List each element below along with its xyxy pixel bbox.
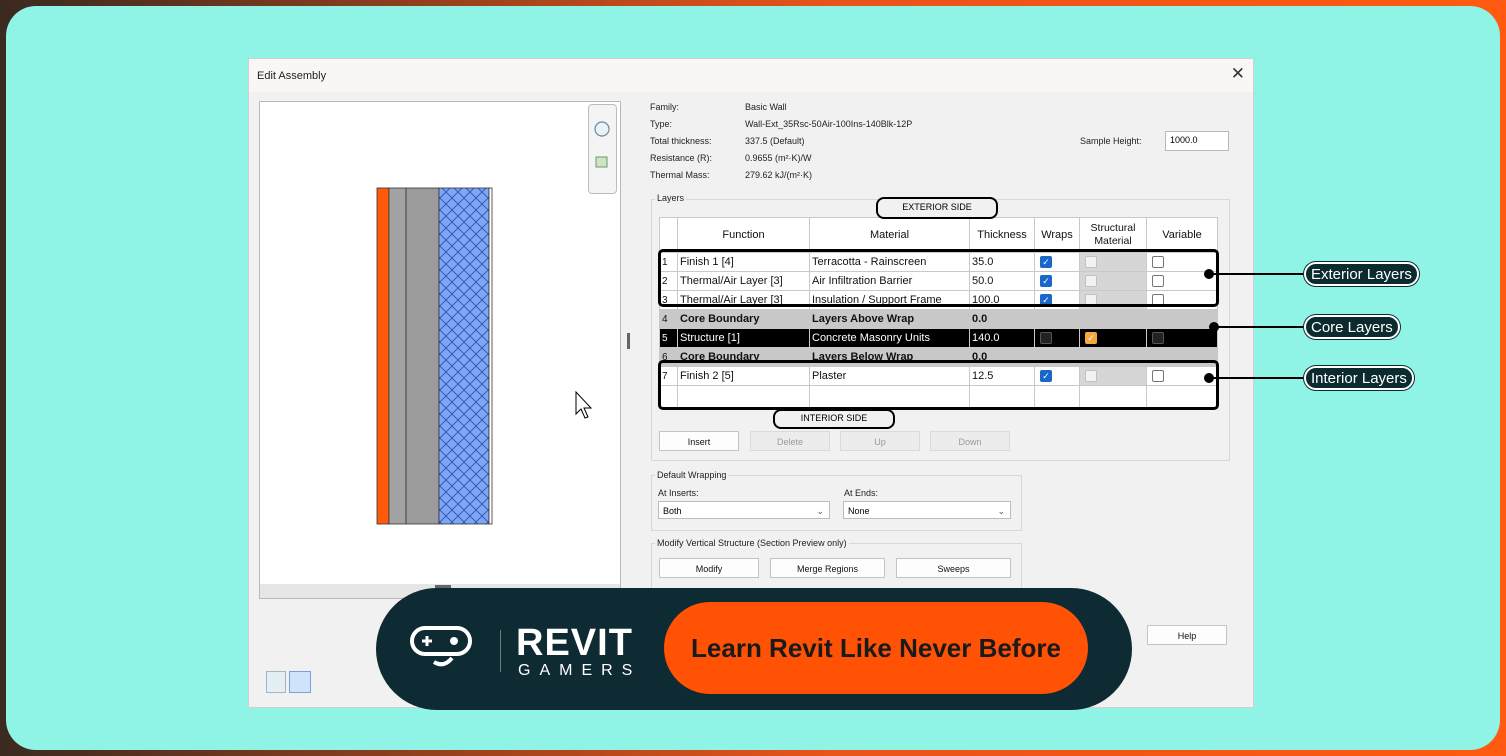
- insert-button[interactable]: Insert: [659, 431, 739, 451]
- chevron-down-icon: ⌄: [997, 506, 1005, 516]
- variable-cell: [1146, 309, 1218, 329]
- thermal-mass-value: 279.62 kJ/(m²·K): [745, 170, 813, 180]
- column-structural-material[interactable]: Structural Material: [1079, 217, 1147, 253]
- promo-banner[interactable]: REVIT GAMERS Learn Revit Like Never Befo…: [376, 588, 1132, 710]
- brand-name: REVIT: [516, 622, 633, 664]
- material-cell[interactable]: Concrete Masonry Units: [809, 328, 970, 348]
- column-thickness[interactable]: Thickness: [969, 217, 1035, 253]
- dialog-title: Edit Assembly: [257, 70, 327, 82]
- at-ends-value: None: [848, 506, 870, 516]
- sweeps-button[interactable]: Sweeps: [896, 558, 1011, 578]
- delete-button[interactable]: Delete: [750, 431, 830, 451]
- plaster-layer: [488, 187, 493, 525]
- at-ends-label: At Ends:: [844, 488, 879, 498]
- column-variable[interactable]: Variable: [1146, 217, 1218, 253]
- brand-subtitle: GAMERS: [518, 662, 642, 679]
- family-value: Basic Wall: [745, 102, 787, 112]
- canvas-background: Edit Assembly ✕ Family: Basic Wall Type:…: [6, 6, 1500, 750]
- wraps-cell[interactable]: [1034, 328, 1080, 348]
- close-icon[interactable]: ✕: [1231, 64, 1245, 84]
- exterior-layers-callout: Exterior Layers: [1304, 262, 1419, 286]
- resistance-value: 0.9655 (m²·K)/W: [745, 153, 812, 163]
- at-inserts-value: Both: [663, 506, 682, 516]
- insulation-layer: [438, 187, 490, 525]
- function-cell[interactable]: Structure [1]: [677, 328, 810, 348]
- interior-side-tag: INTERIOR SIDE: [773, 409, 895, 429]
- sample-height-label: Sample Height:: [1080, 136, 1142, 146]
- chevron-down-icon: ⌄: [816, 506, 824, 516]
- column-wraps[interactable]: Wraps: [1034, 217, 1080, 253]
- exterior-layers-highlight: [658, 249, 1219, 307]
- core-callout-line: [1215, 326, 1306, 328]
- view-3d-icon[interactable]: [289, 671, 311, 693]
- gamepad-icon: [410, 626, 472, 667]
- view-2d-icon[interactable]: [266, 671, 286, 693]
- variable-cell[interactable]: [1146, 328, 1218, 348]
- air-layer: [388, 187, 407, 525]
- cursor-icon: [575, 390, 593, 419]
- page-frame: Edit Assembly ✕ Family: Basic Wall Type:…: [0, 0, 1506, 756]
- vertical-structure-label: Modify Vertical Structure (Section Previ…: [655, 538, 849, 548]
- type-value: Wall-Ext_35Rsc-50Air-100Ins-140Blk-12P: [745, 119, 913, 129]
- table-row[interactable]: 4 Core Boundary Layers Above Wrap 0.0: [659, 309, 1218, 329]
- column-material[interactable]: Material: [809, 217, 970, 253]
- interior-callout-line: [1210, 377, 1306, 379]
- wall-section-graphic: [376, 187, 593, 525]
- brand-divider: [500, 630, 501, 672]
- at-inserts-label: At Inserts:: [658, 488, 699, 498]
- structural-cell[interactable]: [1079, 328, 1147, 348]
- family-label: Family:: [650, 102, 679, 112]
- structural-checkbox[interactable]: [1085, 332, 1097, 345]
- material-cell[interactable]: Layers Above Wrap: [809, 309, 970, 329]
- zoom-navigation-bar[interactable]: [588, 104, 617, 194]
- help-button[interactable]: Help: [1147, 625, 1227, 645]
- thickness-label: Total thickness:: [650, 136, 712, 146]
- sample-height-input[interactable]: 1000.0: [1165, 131, 1229, 151]
- thickness-cell[interactable]: 140.0: [969, 328, 1035, 348]
- row-number: 5: [659, 328, 678, 348]
- terracotta-layer: [376, 187, 390, 525]
- function-cell[interactable]: Core Boundary: [677, 309, 810, 329]
- interior-layers-callout: Interior Layers: [1304, 366, 1414, 390]
- cmu-layer: [405, 187, 440, 525]
- variable-checkbox[interactable]: [1152, 332, 1164, 345]
- exterior-callout-line: [1210, 273, 1306, 275]
- type-label: Type:: [650, 119, 673, 129]
- cta-button[interactable]: Learn Revit Like Never Before: [664, 602, 1088, 694]
- default-wrapping-label: Default Wrapping: [655, 470, 729, 480]
- merge-regions-button[interactable]: Merge Regions: [770, 558, 885, 578]
- structural-cell: [1079, 309, 1147, 329]
- resistance-label: Resistance (R):: [650, 153, 713, 163]
- splitter-handle[interactable]: [627, 333, 630, 349]
- modify-button[interactable]: Modify: [659, 558, 759, 578]
- at-inserts-select[interactable]: Both ⌄: [658, 501, 830, 519]
- thickness-value: 337.5 (Default): [745, 136, 805, 146]
- row-number: 4: [659, 309, 678, 329]
- down-button[interactable]: Down: [930, 431, 1010, 451]
- thickness-cell[interactable]: 0.0: [969, 309, 1035, 329]
- column-function[interactable]: Function: [677, 217, 810, 253]
- core-layers-callout: Core Layers: [1304, 315, 1400, 339]
- layers-group-label: Layers: [655, 193, 687, 203]
- table-row[interactable]: 5 Structure [1] Concrete Masonry Units 1…: [659, 328, 1218, 348]
- section-preview[interactable]: [259, 101, 621, 599]
- at-ends-select[interactable]: None ⌄: [843, 501, 1011, 519]
- thermal-mass-label: Thermal Mass:: [650, 170, 710, 180]
- title-bar: Edit Assembly ✕: [249, 59, 1253, 92]
- header-row-number: [659, 217, 678, 253]
- up-button[interactable]: Up: [840, 431, 920, 451]
- wraps-cell: [1034, 309, 1080, 329]
- wraps-checkbox[interactable]: [1040, 332, 1052, 345]
- exterior-side-tag: EXTERIOR SIDE: [876, 197, 998, 219]
- interior-layers-highlight: [658, 360, 1219, 410]
